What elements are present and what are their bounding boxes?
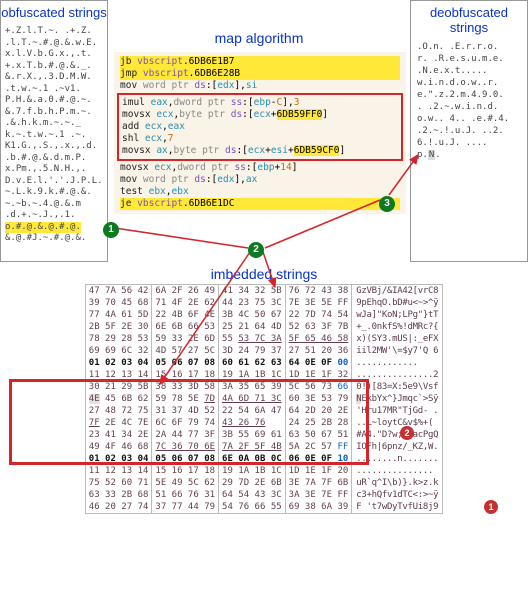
- table-row: 01 02 03 0405 06 07 0860 61 62 6364 0E 0…: [85, 357, 442, 369]
- table-row: 49 4F 46 687C 36 70 6E7A 2F 5F 4B5A 2C 5…: [85, 441, 442, 453]
- red-badge-1: 1: [484, 500, 498, 514]
- badge-3: 3: [379, 196, 395, 212]
- table-row: 27 48 72 7531 37 4D 5222 54 6A 4764 2D 2…: [85, 405, 442, 417]
- table-row: 39 70 45 6871 4F 2E 6244 23 75 3C7E 3E 5…: [85, 297, 442, 309]
- table-row: 4E 45 6B 6259 78 5E 7D4A 6D 71 3C60 3E 5…: [85, 393, 442, 405]
- badge-1: 1: [103, 222, 119, 238]
- table-row: 01 02 03 0405 06 07 086E 0A 0B 0C06 0E 0…: [85, 453, 442, 465]
- deobfuscated-header: deobfuscated strings: [411, 1, 527, 39]
- obfuscated-header: obfuscated strings: [1, 1, 107, 24]
- map-algorithm-title: map algorithm: [215, 30, 304, 46]
- asm-listing: jb vbscript.6DB6E1B7jmp vbscript.6DB6E28…: [114, 52, 406, 214]
- hex-table: 47 7A 56 426A 2F 26 4941 34 32 5B76 72 4…: [85, 284, 443, 514]
- badge-2: 2: [248, 242, 264, 258]
- embedded-title: imbedded strings: [0, 266, 528, 282]
- deobfuscated-list: .O.n. .E.r.r.o.r. .R.e.s.u.m.e. .N.e.x.t…: [411, 39, 527, 163]
- table-row: 69 69 6C 324D 57 27 5C3D 24 79 3727 51 2…: [85, 345, 442, 357]
- table-row: 11 12 13 1415 16 17 1819 1A 1B 1C1D 1E 1…: [85, 369, 442, 381]
- table-row: 78 29 28 5359 33 2E 6D55 53 7C 3A5F 65 4…: [85, 333, 442, 345]
- red-badge-2: 2: [400, 426, 414, 440]
- obfuscated-list: +.Z.l.T.~. .+.Z..l.T.~.#.@.&.w.E.x.l.V.b…: [1, 24, 107, 247]
- table-row: 23 41 34 2E2A 44 77 3F3B 55 69 6163 50 6…: [85, 429, 442, 441]
- table-row: 11 12 13 1415 16 17 1819 1A 1B 1C1D 1E 1…: [85, 465, 442, 477]
- table-row: 46 20 27 7437 77 44 7954 76 66 5569 38 6…: [85, 501, 442, 514]
- table-row: 63 33 2B 6851 66 76 3164 54 43 3C3A 3E 7…: [85, 489, 442, 501]
- table-row: 77 4A 61 5D22 4B 6F 4E3B 4C 50 6722 7D 7…: [85, 309, 442, 321]
- table-row: 7F 2E 4C 7E6C 6F 79 7443 26 7624 25 2B 2…: [85, 417, 442, 429]
- table-row: 75 52 60 715E 49 5C 6229 7D 2E 6B3E 7A 7…: [85, 477, 442, 489]
- table-row: 2B 5F 2E 306E 6B 66 5325 21 64 4D52 63 3…: [85, 321, 442, 333]
- table-row: 47 7A 56 426A 2F 26 4941 34 32 5B76 72 4…: [85, 285, 442, 298]
- table-row: 30 21 29 5B38 33 3D 583A 35 65 395C 56 7…: [85, 381, 442, 393]
